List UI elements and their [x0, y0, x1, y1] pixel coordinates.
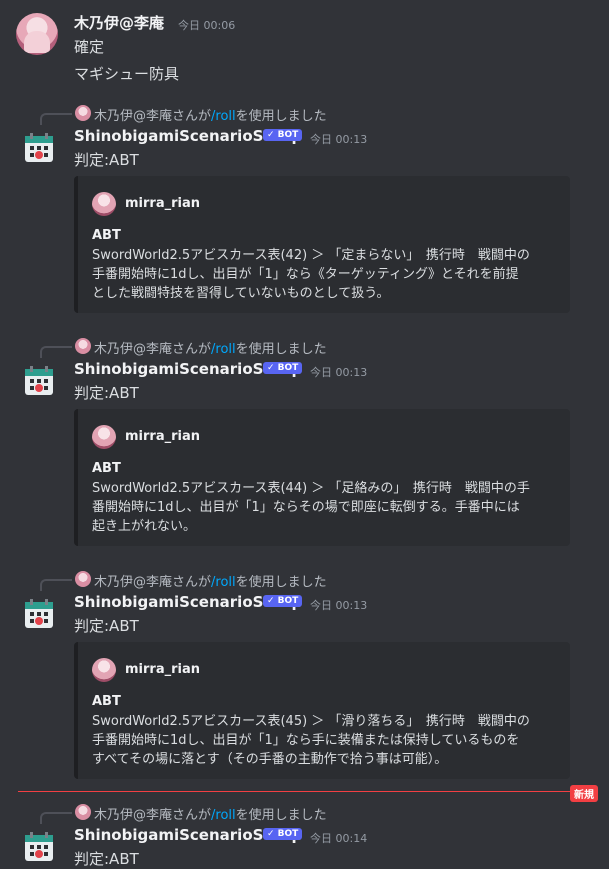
new-messages-divider	[18, 791, 575, 792]
embed-title: ABT	[92, 461, 121, 476]
embed-line: 番開始時に1dし、出目が「1」ならその場で即座に転倒する。手番中には	[92, 500, 520, 515]
bot-badge: ✓ BOT	[263, 595, 303, 607]
embed-line: すべてその場に落とす（その手番の主動作で拾う事は可能）。	[92, 752, 448, 767]
message-text: 判定:ABT	[74, 384, 139, 402]
calendar-bot-icon[interactable]	[23, 598, 55, 630]
embed: mirra_rian ABT SwordWorld2.5アビスカース表(45) …	[74, 642, 570, 779]
message-text: 判定:ABT	[74, 151, 139, 169]
reply-avatar	[75, 804, 91, 820]
reply-connector	[40, 812, 72, 824]
embed-line: SwordWorld2.5アビスカース表(45) ＞ 「滑り落ちる」 携行時 戦…	[92, 714, 530, 729]
embed-author-avatar[interactable]	[92, 658, 116, 682]
timestamp: 今日 00:13	[310, 599, 368, 612]
user-avatar[interactable]	[16, 13, 58, 55]
calendar-bot-icon[interactable]	[23, 365, 55, 397]
reply-connector	[40, 346, 72, 358]
timestamp: 今日 00:06	[178, 19, 236, 32]
embed-description: SwordWorld2.5アビスカース表(44) ＞ 「足絡みの」 携行時 戦闘…	[92, 479, 558, 536]
command-reply[interactable]: 木乃伊@李庵さんが/rollを使用しました	[94, 571, 327, 590]
reply-suffix: を使用しました	[235, 109, 327, 124]
embed: mirra_rian ABT SwordWorld2.5アビスカース表(44) …	[74, 409, 570, 546]
command-reply[interactable]: 木乃伊@李庵さんが/rollを使用しました	[94, 105, 327, 124]
reply-suffix: を使用しました	[235, 342, 327, 357]
slash-command[interactable]: /roll	[211, 342, 236, 357]
embed-description: SwordWorld2.5アビスカース表(42) ＞ 「定まらない」 携行時 戦…	[92, 246, 558, 303]
embed-author[interactable]: mirra_rian	[125, 196, 200, 211]
embed-line: とした戦闘特技を習得していないものとして扱う。	[92, 286, 390, 301]
calendar-bot-icon[interactable]	[23, 132, 55, 164]
username[interactable]: 木乃伊@李庵	[74, 12, 164, 33]
timestamp: 今日 00:13	[310, 366, 368, 379]
timestamp: 今日 00:13	[310, 133, 368, 146]
embed-author-avatar[interactable]	[92, 425, 116, 449]
command-reply[interactable]: 木乃伊@李庵さんが/rollを使用しました	[94, 338, 327, 357]
message-text: 判定:ABT	[74, 850, 139, 868]
reply-user[interactable]: 木乃伊@李庵さんが	[94, 342, 211, 357]
reply-avatar	[75, 105, 91, 121]
embed-title: ABT	[92, 694, 121, 709]
command-reply[interactable]: 木乃伊@李庵さんが/rollを使用しました	[94, 804, 327, 823]
embed-line: 起き上がれない。	[92, 519, 197, 534]
calendar-bot-icon[interactable]	[23, 831, 55, 863]
embed-author[interactable]: mirra_rian	[125, 662, 200, 677]
bot-badge: ✓ BOT	[263, 362, 303, 374]
message-line: 確定	[74, 38, 105, 56]
embed-line: SwordWorld2.5アビスカース表(44) ＞ 「足絡みの」 携行時 戦闘…	[92, 481, 530, 496]
slash-command[interactable]: /roll	[211, 808, 236, 823]
reply-user[interactable]: 木乃伊@李庵さんが	[94, 575, 211, 590]
embed-line: 手番開始時に1dし、出目が「1」なら《ターゲッティング》とそれを前提	[92, 267, 519, 282]
reply-suffix: を使用しました	[235, 575, 327, 590]
new-messages-badge: 新規	[570, 785, 598, 802]
embed-author-avatar[interactable]	[92, 192, 116, 216]
embed-line: 手番開始時に1dし、出目が「1」なら手に装備または保持しているものを	[92, 733, 520, 748]
embed-description: SwordWorld2.5アビスカース表(45) ＞ 「滑り落ちる」 携行時 戦…	[92, 712, 558, 769]
bot-badge: ✓ BOT	[263, 129, 303, 141]
message-text: 判定:ABT	[74, 617, 139, 635]
embed: mirra_rian ABT SwordWorld2.5アビスカース表(42) …	[74, 176, 570, 313]
reply-connector	[40, 579, 72, 591]
slash-command[interactable]: /roll	[211, 575, 236, 590]
reply-connector	[40, 113, 72, 125]
reply-avatar	[75, 338, 91, 354]
embed-title: ABT	[92, 228, 121, 243]
slash-command[interactable]: /roll	[211, 109, 236, 124]
bot-badge: ✓ BOT	[263, 828, 303, 840]
timestamp: 今日 00:14	[310, 832, 368, 845]
reply-suffix: を使用しました	[235, 808, 327, 823]
reply-user[interactable]: 木乃伊@李庵さんが	[94, 109, 211, 124]
reply-user[interactable]: 木乃伊@李庵さんが	[94, 808, 211, 823]
message-line: マギシュー防具	[74, 65, 180, 83]
reply-avatar	[75, 571, 91, 587]
embed-author[interactable]: mirra_rian	[125, 429, 200, 444]
embed-line: SwordWorld2.5アビスカース表(42) ＞ 「定まらない」 携行時 戦…	[92, 248, 530, 263]
